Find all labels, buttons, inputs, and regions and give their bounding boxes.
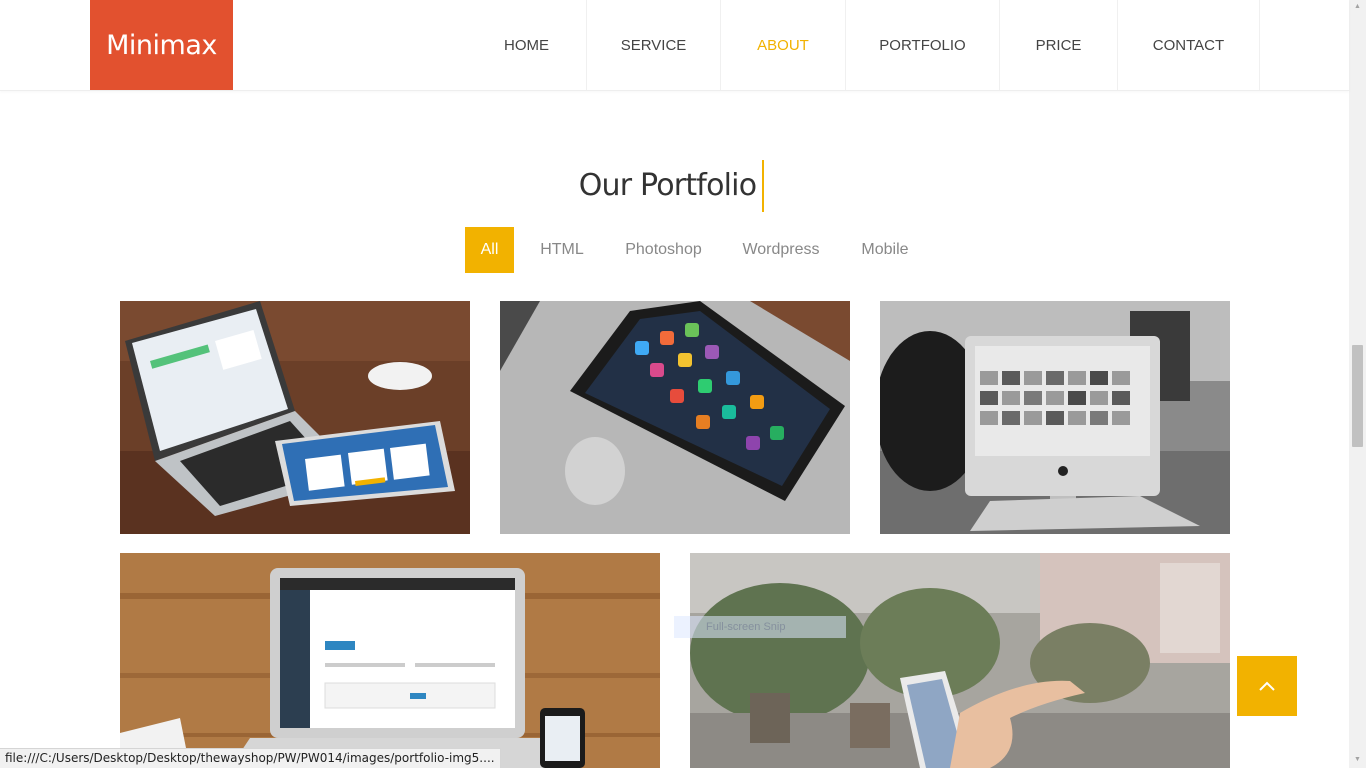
portfolio-title: Our Portfolio xyxy=(578,168,757,203)
title-accent-bar xyxy=(762,160,764,212)
filter-photoshop[interactable]: Photoshop xyxy=(610,227,717,273)
portfolio-item-desktop[interactable] xyxy=(880,301,1230,534)
main-nav: HOME SERVICE ABOUT PORTFOLIO PRICE CONTA… xyxy=(467,0,1260,90)
site-header: Minimax HOME SERVICE ABOUT PORTFOLIO PRI… xyxy=(0,0,1349,91)
scrollbar-thumb[interactable] xyxy=(1352,345,1363,447)
chevron-up-icon xyxy=(1259,681,1275,691)
portfolio-filters: All HTML Photoshop Wordpress Mobile xyxy=(465,227,925,273)
laptop-tablet-image xyxy=(120,301,470,534)
filter-mobile[interactable]: Mobile xyxy=(845,227,925,273)
nav-portfolio[interactable]: PORTFOLIO xyxy=(846,0,1000,90)
filter-html[interactable]: HTML xyxy=(514,227,610,273)
portfolio-item-mobile[interactable] xyxy=(690,553,1230,768)
nav-price[interactable]: PRICE xyxy=(1000,0,1118,90)
back-to-top-button[interactable] xyxy=(1237,656,1297,716)
nav-home[interactable]: HOME xyxy=(467,0,587,90)
scroll-down-arrow-icon[interactable]: ▼ xyxy=(1352,755,1363,765)
nav-about[interactable]: ABOUT xyxy=(721,0,846,90)
scroll-up-arrow-icon[interactable]: ▲ xyxy=(1352,2,1363,12)
portfolio-item-laptop-tablet[interactable] xyxy=(120,301,470,534)
phone-image xyxy=(500,301,850,534)
desktop-image xyxy=(880,301,1230,534)
browser-status-bar: file:///C:/Users/Desktop/Desktop/theways… xyxy=(0,748,501,768)
portfolio-item-phone[interactable] xyxy=(500,301,850,534)
portfolio-item-wordpress-laptop[interactable] xyxy=(120,553,660,768)
wordpress-laptop-image xyxy=(120,553,660,768)
filter-all[interactable]: All xyxy=(465,227,514,273)
mobile-image xyxy=(690,553,1230,768)
site-logo[interactable]: Minimax xyxy=(90,0,233,90)
snip-overlay: Full-screen Snip xyxy=(674,616,846,638)
filter-wordpress[interactable]: Wordpress xyxy=(717,227,845,273)
nav-service[interactable]: SERVICE xyxy=(587,0,721,90)
nav-contact[interactable]: CONTACT xyxy=(1118,0,1260,90)
